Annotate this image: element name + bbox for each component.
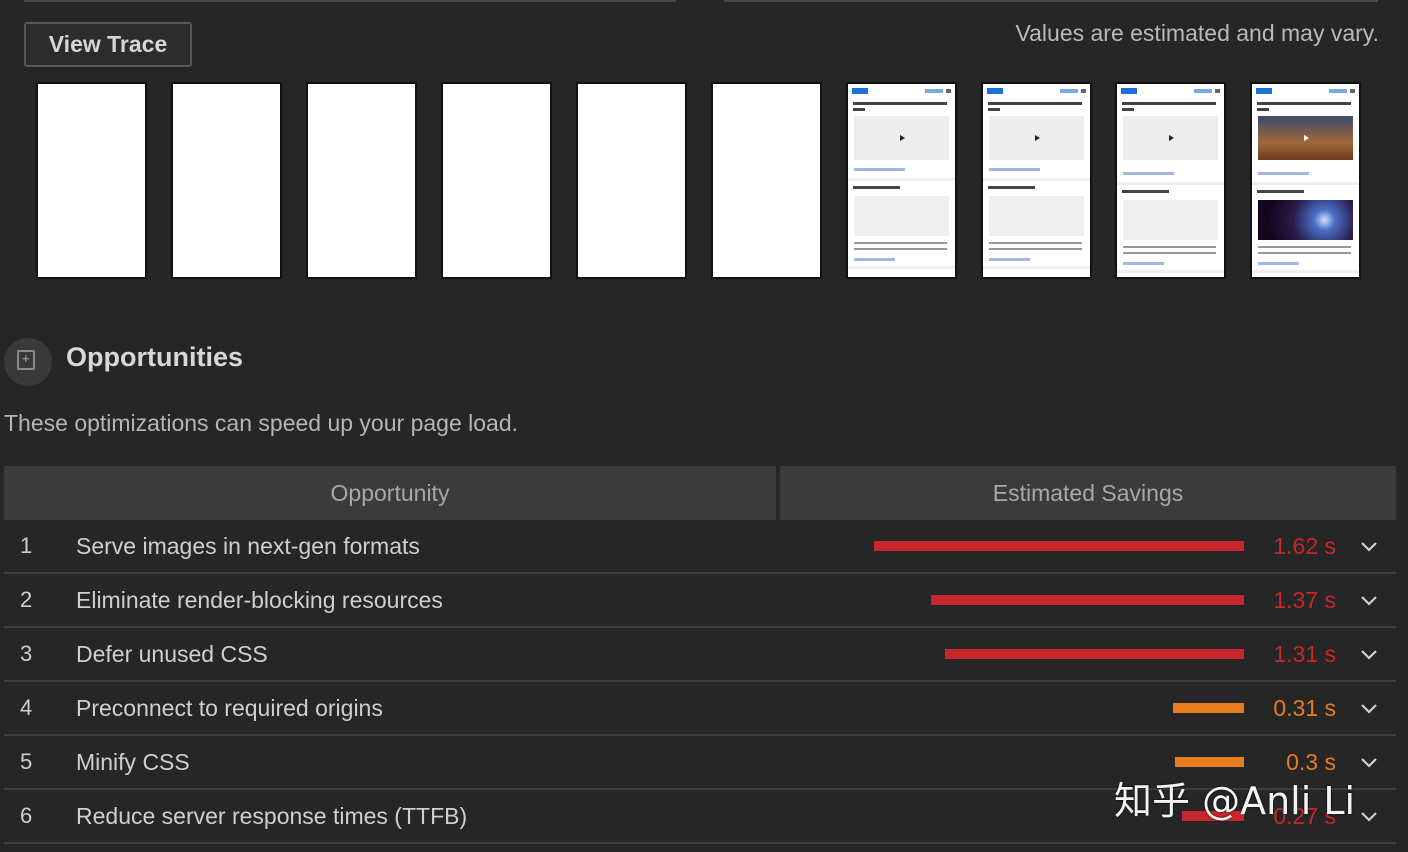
chevron-down-icon[interactable] <box>1360 645 1378 663</box>
filmstrip-frame <box>846 82 957 279</box>
opportunity-number: 3 <box>20 641 33 666</box>
opportunities-icon: + <box>4 338 52 386</box>
filmstrip-frame <box>576 82 687 279</box>
opportunity-label: Reduce server response times (TTFB) <box>76 803 468 829</box>
filmstrip-frame <box>441 82 552 279</box>
savings-bar <box>1173 703 1244 713</box>
opportunity-row[interactable]: 1 Serve images in next-gen formats 1.62 s <box>4 520 1396 574</box>
watermark: 知乎 @Anli Li <box>1114 779 1356 823</box>
opportunity-row[interactable]: 2 Eliminate render-blocking resources 1.37… <box>4 574 1396 628</box>
savings-value: 1.37 s <box>1273 587 1336 613</box>
chevron-down-icon[interactable] <box>1360 753 1378 771</box>
section-title: Opportunities <box>66 342 243 372</box>
opportunity-number: 6 <box>20 803 33 828</box>
divider <box>24 0 676 2</box>
chevron-down-icon[interactable] <box>1360 591 1378 609</box>
opportunity-row[interactable]: 3 Defer unused CSS 1.31 s <box>4 628 1396 682</box>
estimated-note: Values are estimated and may vary. <box>1015 20 1380 46</box>
savings-bar <box>945 649 1244 659</box>
table-header: Opportunity Estimated Savings <box>4 466 1396 520</box>
filmstrip-frame <box>981 82 1092 279</box>
column-header-opportunity: Opportunity <box>4 466 776 520</box>
chevron-down-icon[interactable] <box>1360 807 1378 825</box>
savings-value: 1.31 s <box>1273 641 1336 667</box>
savings-value: 0.31 s <box>1273 695 1336 721</box>
filmstrip <box>36 82 1366 282</box>
section-description: These optimizations can speed up your pa… <box>4 410 518 436</box>
savings-bar <box>931 595 1244 605</box>
opportunity-label: Serve images in next-gen formats <box>76 533 420 559</box>
opportunity-number: 5 <box>20 749 33 774</box>
divider <box>724 0 1378 2</box>
lighthouse-report: View Trace Values are estimated and may … <box>0 0 1408 852</box>
filmstrip-frame <box>711 82 822 279</box>
filmstrip-frame <box>36 82 147 279</box>
savings-bar <box>1175 757 1244 767</box>
opportunity-number: 1 <box>20 533 33 558</box>
opportunity-row[interactable]: 4 Preconnect to required origins 0.31 s <box>4 682 1396 736</box>
filmstrip-frame <box>1115 82 1226 279</box>
opportunity-number: 4 <box>20 695 33 720</box>
opportunity-label: Preconnect to required origins <box>76 695 383 721</box>
chevron-down-icon[interactable] <box>1360 537 1378 555</box>
opportunity-number: 2 <box>20 587 33 612</box>
filmstrip-frame <box>306 82 417 279</box>
opportunity-label: Defer unused CSS <box>76 641 268 667</box>
filmstrip-frame <box>171 82 282 279</box>
filmstrip-frame <box>1250 82 1361 279</box>
column-header-estimated-savings: Estimated Savings <box>780 466 1396 520</box>
savings-bar <box>874 541 1244 551</box>
view-trace-button[interactable]: View Trace <box>24 22 192 67</box>
savings-value: 1.62 s <box>1273 533 1336 559</box>
opportunity-label: Minify CSS <box>76 749 190 775</box>
opportunity-label: Eliminate render-blocking resources <box>76 587 443 613</box>
chevron-down-icon[interactable] <box>1360 699 1378 717</box>
